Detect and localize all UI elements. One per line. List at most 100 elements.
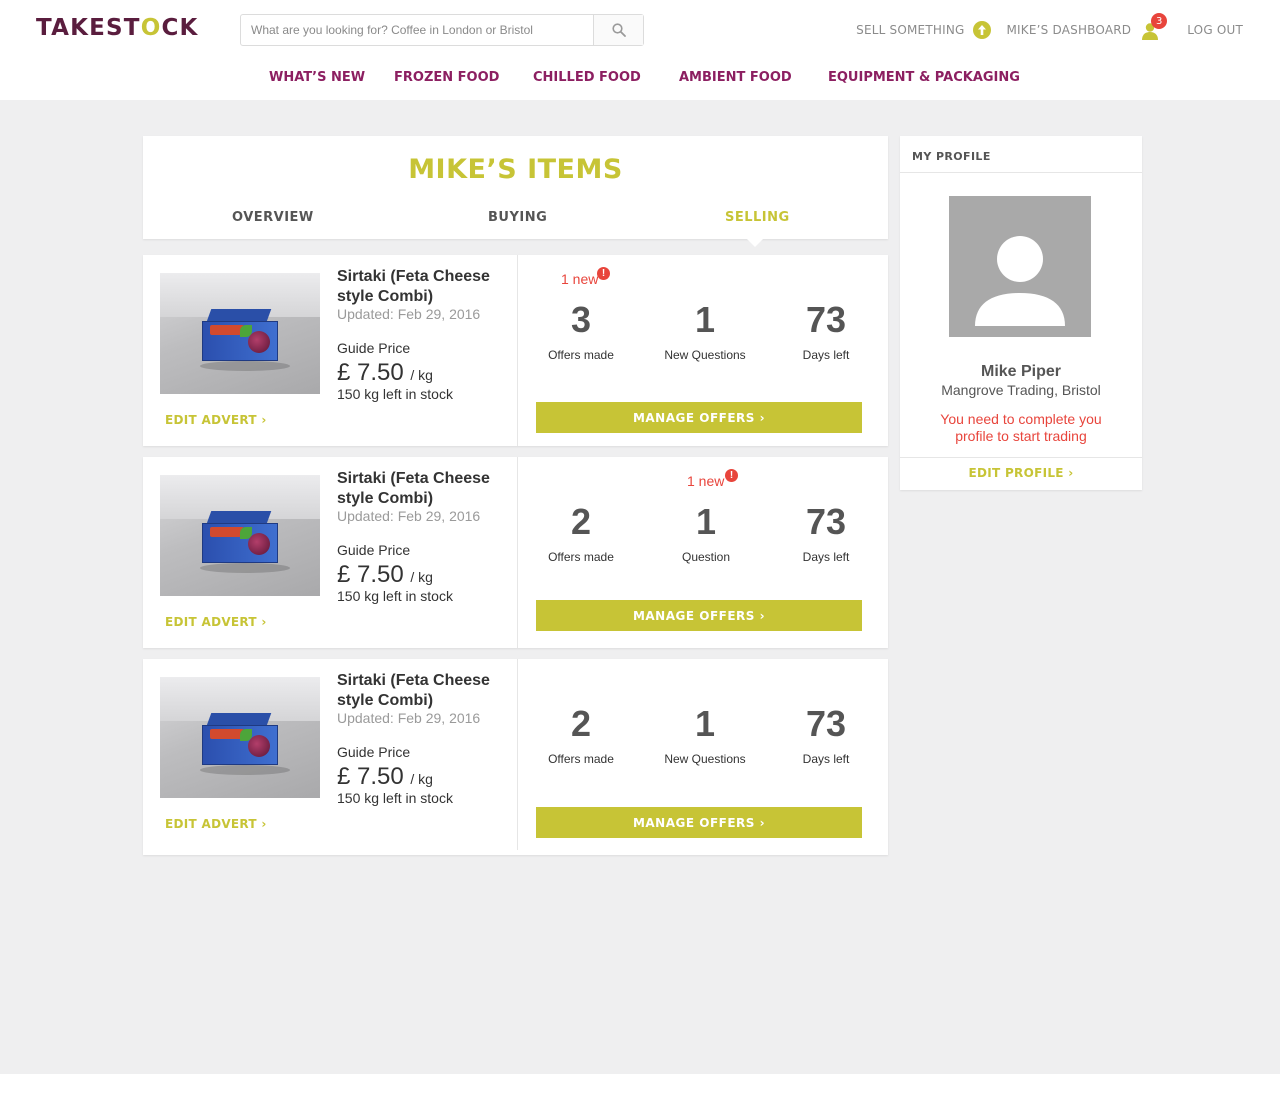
listing-card: Sirtaki (Feta Cheese style Combi) Update… — [143, 659, 888, 855]
tab-buying[interactable]: BUYING — [488, 210, 547, 225]
profile-company: Mangrove Trading, Bristol — [941, 382, 1101, 398]
stat-questions[interactable]: 1 New Questions — [650, 703, 760, 767]
price: £ 7.50 / kg — [337, 359, 433, 387]
dashboard-user: 3 — [1141, 13, 1168, 41]
tab-overview[interactable]: OVERVIEW — [232, 210, 314, 225]
price-value: £ 7.50 — [337, 763, 404, 790]
edit-advert-link[interactable]: EDIT ADVERT › — [165, 615, 267, 629]
guide-price-label: Guide Price — [337, 744, 411, 760]
listing-card: Sirtaki (Feta Cheese style Combi) Update… — [143, 255, 888, 446]
profile-card: MY PROFILE Mike Piper Mangrove Trading, … — [900, 136, 1142, 490]
profile-heading: MY PROFILE — [912, 150, 991, 163]
profile-name: Mike Piper — [980, 363, 1062, 380]
guide-price-label: Guide Price — [337, 542, 411, 558]
stat-offers[interactable]: 2 Offers made — [526, 703, 636, 767]
stat-value: 1 — [695, 501, 717, 542]
nav-chilled-food[interactable]: CHILLED FOOD — [533, 70, 641, 85]
guide-price-label: Guide Price — [337, 340, 411, 356]
stat-label: Offers made — [548, 348, 614, 362]
search-bar — [240, 14, 644, 46]
top-links: SELL SOMETHING MIKE’S DASHBOARD 3 LOG OU… — [856, 13, 1243, 42]
stat-label: Days left — [802, 752, 850, 766]
card-divider — [517, 659, 518, 850]
nav-equipment-packaging[interactable]: EQUIPMENT & PACKAGING — [828, 70, 1020, 85]
edit-profile-link[interactable]: EDIT PROFILE › — [900, 466, 1142, 480]
stat-offers[interactable]: 2 Offers made — [526, 501, 636, 565]
page-title: MIKE’S ITEMS — [408, 154, 623, 185]
new-question-flag: 1 new — [687, 473, 725, 489]
avatar[interactable] — [949, 196, 1091, 337]
price: £ 7.50 / kg — [337, 763, 433, 791]
dashboard-label: MIKE’S DASHBOARD — [1006, 23, 1132, 37]
nav-ambient-food[interactable]: AMBIENT FOOD — [679, 70, 792, 85]
product-image[interactable] — [160, 677, 320, 798]
takestock-logo[interactable]: TAKESTOCK — [36, 15, 199, 41]
search-button[interactable] — [593, 15, 643, 45]
stat-questions[interactable]: 1 Question — [651, 501, 761, 565]
stat-label: Offers made — [548, 752, 614, 766]
stat-label: Days left — [802, 348, 850, 362]
price: £ 7.50 / kg — [337, 561, 433, 589]
stat-label: Days left — [802, 550, 850, 564]
nav-frozen-food[interactable]: FROZEN FOOD — [394, 70, 499, 85]
up-arrow-circle-icon — [972, 21, 991, 39]
tab-selling[interactable]: SELLING — [725, 210, 790, 225]
alert-icon: ! — [725, 469, 738, 482]
manage-offers-button[interactable]: MANAGE OFFERS › — [536, 600, 862, 631]
stat-offers[interactable]: 3 Offers made — [526, 299, 636, 363]
profile-warning: You need to complete you profile to star… — [940, 411, 1102, 444]
price-unit: / kg — [410, 569, 433, 585]
manage-offers-button[interactable]: MANAGE OFFERS › — [536, 402, 862, 433]
notification-badge: 3 — [1151, 13, 1168, 29]
stat-days-left: 73 Days left — [771, 703, 881, 767]
product-image[interactable] — [160, 273, 320, 394]
stock-level: 150 kg left in stock — [337, 790, 453, 806]
price-unit: / kg — [410, 771, 433, 787]
nav-whats-new[interactable]: WHAT’S NEW — [269, 70, 365, 85]
divider — [900, 172, 1142, 173]
product-title[interactable]: Sirtaki (Feta Cheese style Combi) — [337, 671, 507, 711]
sell-something-link[interactable]: SELL SOMETHING — [856, 21, 991, 39]
user-silhouette-icon — [975, 236, 1065, 326]
stat-value: 1 — [694, 703, 716, 744]
active-tab-pointer — [746, 238, 764, 247]
logout-link[interactable]: LOG OUT — [1187, 23, 1243, 37]
card-divider — [517, 255, 518, 446]
items-header-card: MIKE’S ITEMS OVERVIEW BUYING SELLING — [143, 136, 888, 239]
search-icon — [611, 23, 626, 37]
updated-date: Updated: Feb 29, 2016 — [337, 710, 481, 726]
product-title[interactable]: Sirtaki (Feta Cheese style Combi) — [337, 469, 507, 509]
stat-value: 73 — [805, 501, 847, 542]
stat-value: 1 — [694, 299, 716, 340]
new-offers-flag: 1 new — [561, 271, 599, 287]
search-input[interactable] — [241, 15, 593, 45]
stock-level: 150 kg left in stock — [337, 386, 453, 402]
stat-label: New Questions — [664, 752, 746, 766]
edit-advert-link[interactable]: EDIT ADVERT › — [165, 413, 267, 427]
updated-date: Updated: Feb 29, 2016 — [337, 306, 481, 322]
stat-label: Question — [681, 550, 731, 564]
stat-value: 73 — [805, 299, 847, 340]
stat-days-left: 73 Days left — [771, 299, 881, 363]
price-value: £ 7.50 — [337, 359, 404, 386]
stat-value: 3 — [570, 299, 592, 340]
stat-value: 2 — [570, 703, 592, 744]
main-nav: WHAT’S NEW FROZEN FOOD CHILLED FOOD AMBI… — [0, 70, 1280, 90]
updated-date: Updated: Feb 29, 2016 — [337, 508, 481, 524]
dashboard-link[interactable]: MIKE’S DASHBOARD 3 — [1006, 13, 1168, 41]
listing-card: Sirtaki (Feta Cheese style Combi) Update… — [143, 457, 888, 648]
stat-value: 2 — [570, 501, 592, 542]
stat-value: 73 — [805, 703, 847, 744]
product-image[interactable] — [160, 475, 320, 596]
product-title[interactable]: Sirtaki (Feta Cheese style Combi) — [337, 267, 507, 307]
site-header: TAKESTOCK SELL SOMETHING MIKE’S DASHBOAR… — [0, 0, 1280, 100]
stock-level: 150 kg left in stock — [337, 588, 453, 604]
stat-days-left: 73 Days left — [771, 501, 881, 565]
alert-icon: ! — [597, 267, 610, 280]
manage-offers-button[interactable]: MANAGE OFFERS › — [536, 807, 862, 838]
stat-label: Offers made — [548, 550, 614, 564]
edit-advert-link[interactable]: EDIT ADVERT › — [165, 817, 267, 831]
divider — [900, 457, 1142, 458]
stat-questions[interactable]: 1 New Questions — [650, 299, 760, 363]
card-divider — [517, 457, 518, 648]
